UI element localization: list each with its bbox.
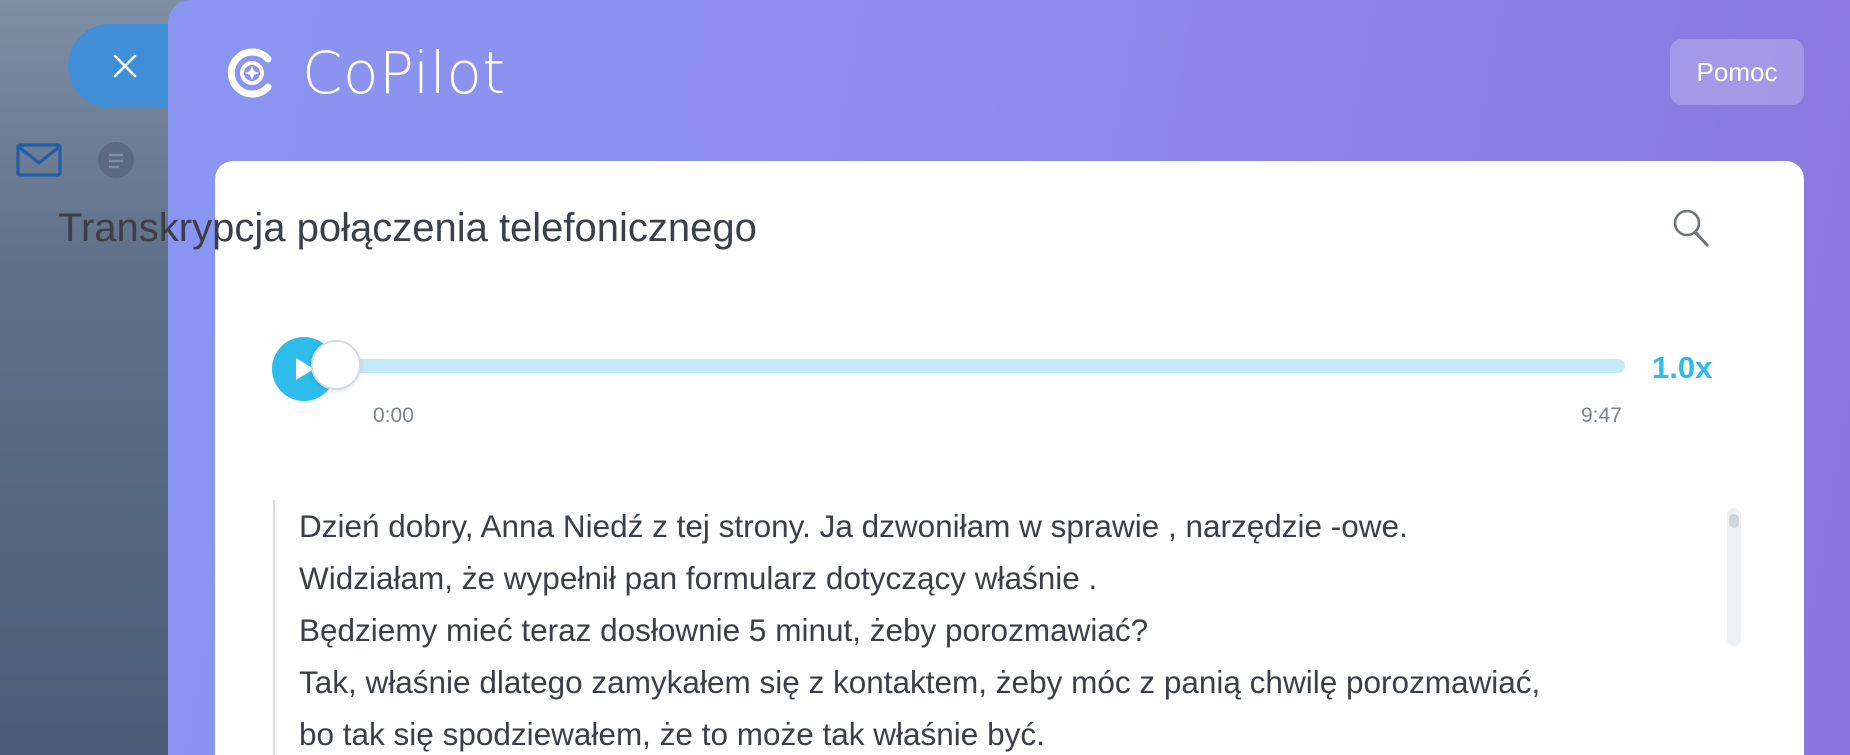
audio-seek-handle[interactable] xyxy=(311,340,361,390)
search-icon[interactable] xyxy=(1672,208,1710,248)
transcript-scrollbar[interactable] xyxy=(1727,508,1741,646)
copilot-logo-icon xyxy=(227,48,272,98)
transcript-line: Będziemy mieć teraz dosłownie 5 minut, ż… xyxy=(299,612,1149,648)
chat-icon[interactable] xyxy=(97,141,135,179)
transcript-line: bo tak się spodziewałem, że to może tak … xyxy=(299,716,1045,752)
audio-seek-bar[interactable] xyxy=(311,340,1625,390)
transcript-line: Dzień dobry, Anna Niedź z tej strony. Ja… xyxy=(299,508,1408,544)
transcript: Dzień dobry, Anna Niedź z tej strony. Ja… xyxy=(273,500,1708,755)
mail-icon[interactable] xyxy=(16,143,62,177)
playback-speed-button[interactable]: 1.0x xyxy=(1652,350,1712,386)
duration: 9:47 xyxy=(1581,404,1622,427)
screen: CoPilot Pomoc Transkrypcja połączenia te… xyxy=(0,0,1850,755)
card-title: Transkrypcja połączenia telefonicznego xyxy=(58,206,757,250)
brand: CoPilot xyxy=(224,38,506,108)
app-name: CoPilot xyxy=(302,39,506,107)
close-icon xyxy=(113,54,137,78)
current-time: 0:00 xyxy=(373,404,414,427)
help-button[interactable]: Pomoc xyxy=(1670,39,1804,105)
scrollbar-thumb[interactable] xyxy=(1729,514,1739,528)
transcript-line: Tak, właśnie dlatego zamykałem się z kon… xyxy=(299,664,1541,700)
transcript-line: Widziałam, że wypełnił pan formularz dot… xyxy=(299,560,1098,596)
